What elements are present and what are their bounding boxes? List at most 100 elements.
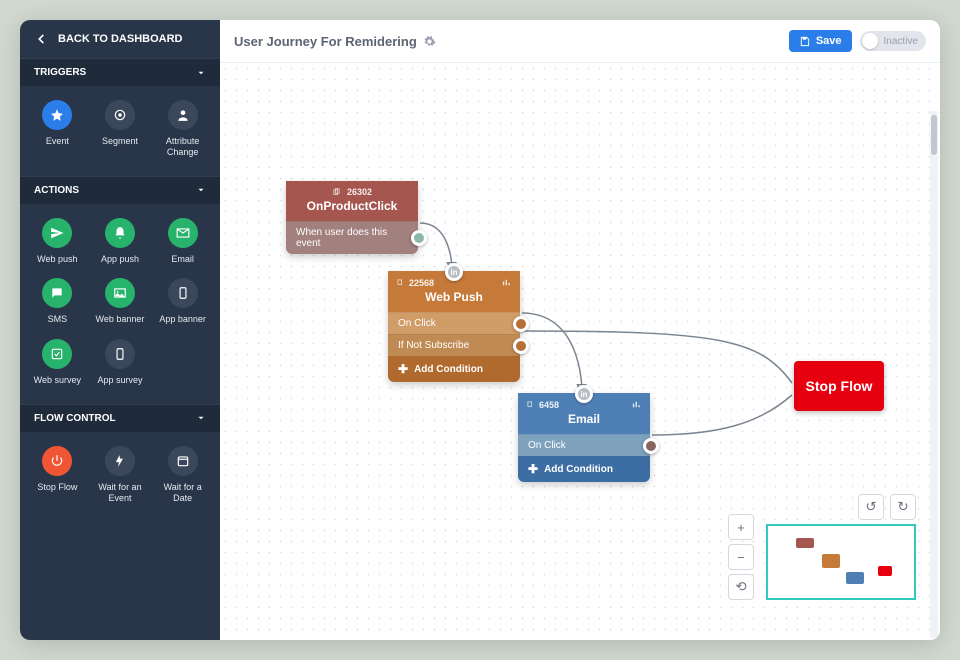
add-label: Add Condition	[544, 464, 613, 475]
trigger-segment[interactable]: Segment	[89, 100, 152, 158]
topbar: User Journey For Remidering Save Inactiv…	[220, 20, 940, 63]
back-to-dashboard[interactable]: BACK TO DASHBOARD	[20, 20, 220, 58]
action-web-survey[interactable]: Web survey	[26, 339, 89, 386]
plus-icon: ✚	[398, 362, 408, 376]
back-label: BACK TO DASHBOARD	[58, 33, 182, 45]
add-condition[interactable]: ✚ Add Condition	[388, 356, 520, 382]
trigger-event[interactable]: Event	[26, 100, 89, 158]
node-port-onclick[interactable]: On Click	[518, 434, 650, 456]
action-label: App push	[101, 254, 139, 265]
send-icon	[50, 226, 64, 240]
section-label: FLOW CONTROL	[34, 413, 116, 424]
node-stop-flow[interactable]: Stop Flow	[794, 361, 884, 411]
section-header-flow-control[interactable]: FLOW CONTROL	[20, 405, 220, 432]
triggers-grid: Event Segment Attribute Change	[20, 86, 220, 176]
section-label: TRIGGERS	[34, 67, 86, 78]
zoom-out-button[interactable]: −	[728, 544, 754, 570]
trigger-label: Event	[46, 136, 69, 147]
redo-button[interactable]: ↻	[890, 494, 916, 520]
node-web-push[interactable]: in 22568 Web Push On Click If Not Subscr…	[388, 271, 520, 382]
trigger-attribute-change[interactable]: Attribute Change	[151, 100, 214, 158]
action-email[interactable]: Email	[151, 218, 214, 265]
copy-icon	[526, 400, 535, 409]
section-flow-control: FLOW CONTROL Stop Flow Wait for an Event…	[20, 404, 220, 522]
output-port[interactable]	[513, 316, 529, 332]
save-button-label: Save	[816, 35, 842, 47]
node-id: 22568	[409, 278, 434, 288]
action-label: Web survey	[34, 375, 81, 386]
flow-wait-event[interactable]: Wait for an Event	[89, 446, 152, 504]
output-port[interactable]	[513, 338, 529, 354]
zoom-reset-button[interactable]: ⟲	[728, 574, 754, 600]
toggle-knob	[862, 33, 878, 49]
node-port[interactable]: When user does this event	[286, 221, 418, 254]
trigger-label: Attribute Change	[156, 136, 210, 158]
stats-icon[interactable]	[501, 277, 512, 288]
gear-icon[interactable]	[423, 35, 436, 48]
minimap[interactable]	[766, 524, 916, 600]
main-area: User Journey For Remidering Save Inactiv…	[220, 20, 940, 640]
mail-icon	[176, 226, 190, 240]
status-toggle[interactable]: Inactive	[860, 31, 926, 51]
check-icon	[50, 347, 64, 361]
action-app-survey[interactable]: App survey	[89, 339, 152, 386]
action-label: SMS	[48, 314, 68, 325]
node-email[interactable]: in 6458 Email On Click ✚ Add Condition	[518, 393, 650, 482]
stats-icon[interactable]	[631, 399, 642, 410]
output-port[interactable]	[411, 230, 427, 246]
save-button[interactable]: Save	[789, 30, 852, 52]
flow-wait-date[interactable]: Wait for a Date	[151, 446, 214, 504]
status-label: Inactive	[884, 36, 918, 47]
action-app-push[interactable]: App push	[89, 218, 152, 265]
action-label: Web banner	[96, 314, 145, 325]
section-label: ACTIONS	[34, 185, 79, 196]
actions-grid: Web push App push Email SMS Web banner	[20, 204, 220, 404]
undo-button[interactable]: ↺	[858, 494, 884, 520]
node-title: Email	[568, 412, 600, 426]
flow-label: Wait for a Date	[156, 482, 210, 504]
port-label: On Click	[528, 440, 566, 451]
add-condition[interactable]: ✚ Add Condition	[518, 456, 650, 482]
arrow-left-icon	[34, 32, 48, 46]
trigger-label: Segment	[102, 136, 138, 147]
action-sms[interactable]: SMS	[26, 278, 89, 325]
node-trigger[interactable]: 26302 OnProductClick When user does this…	[286, 181, 418, 254]
zoom-controls: + − ⟲	[728, 514, 754, 600]
sidebar: BACK TO DASHBOARD TRIGGERS Event Segment	[20, 20, 220, 640]
target-icon	[113, 108, 127, 122]
chevron-down-icon	[196, 413, 206, 423]
node-port-onclick[interactable]: On Click	[388, 312, 520, 334]
action-web-banner[interactable]: Web banner	[89, 278, 152, 325]
flow-stop[interactable]: Stop Flow	[26, 446, 89, 504]
action-label: App survey	[97, 375, 142, 386]
scrollbar[interactable]	[930, 111, 938, 638]
action-web-push[interactable]: Web push	[26, 218, 89, 265]
node-id: 6458	[539, 400, 559, 410]
canvas[interactable]: 26302 OnProductClick When user does this…	[220, 63, 940, 640]
flow-grid: Stop Flow Wait for an Event Wait for a D…	[20, 432, 220, 522]
action-label: Email	[171, 254, 194, 265]
port-label: If Not Subscribe	[398, 340, 469, 351]
output-port[interactable]	[643, 438, 659, 454]
app-window: BACK TO DASHBOARD TRIGGERS Event Segment	[20, 20, 940, 640]
page-title: User Journey For Remidering	[234, 34, 436, 49]
action-label: Web push	[37, 254, 77, 265]
user-icon	[176, 108, 190, 122]
history-controls: ↺ ↻	[858, 494, 916, 520]
scrollbar-thumb[interactable]	[931, 115, 937, 155]
image-icon	[113, 286, 127, 300]
power-icon	[50, 454, 64, 468]
node-port-ifnot[interactable]: If Not Subscribe	[388, 334, 520, 356]
section-actions: ACTIONS Web push App push Email	[20, 176, 220, 404]
section-header-triggers[interactable]: TRIGGERS	[20, 59, 220, 86]
node-title: Stop Flow	[806, 378, 873, 394]
action-app-banner[interactable]: App banner	[151, 278, 214, 325]
star-icon	[50, 108, 64, 122]
port-label: On Click	[398, 318, 436, 329]
chevron-down-icon	[196, 68, 206, 78]
add-label: Add Condition	[414, 364, 483, 375]
copy-icon	[332, 188, 341, 197]
zoom-in-button[interactable]: +	[728, 514, 754, 540]
section-header-actions[interactable]: ACTIONS	[20, 177, 220, 204]
flow-label: Stop Flow	[37, 482, 77, 493]
